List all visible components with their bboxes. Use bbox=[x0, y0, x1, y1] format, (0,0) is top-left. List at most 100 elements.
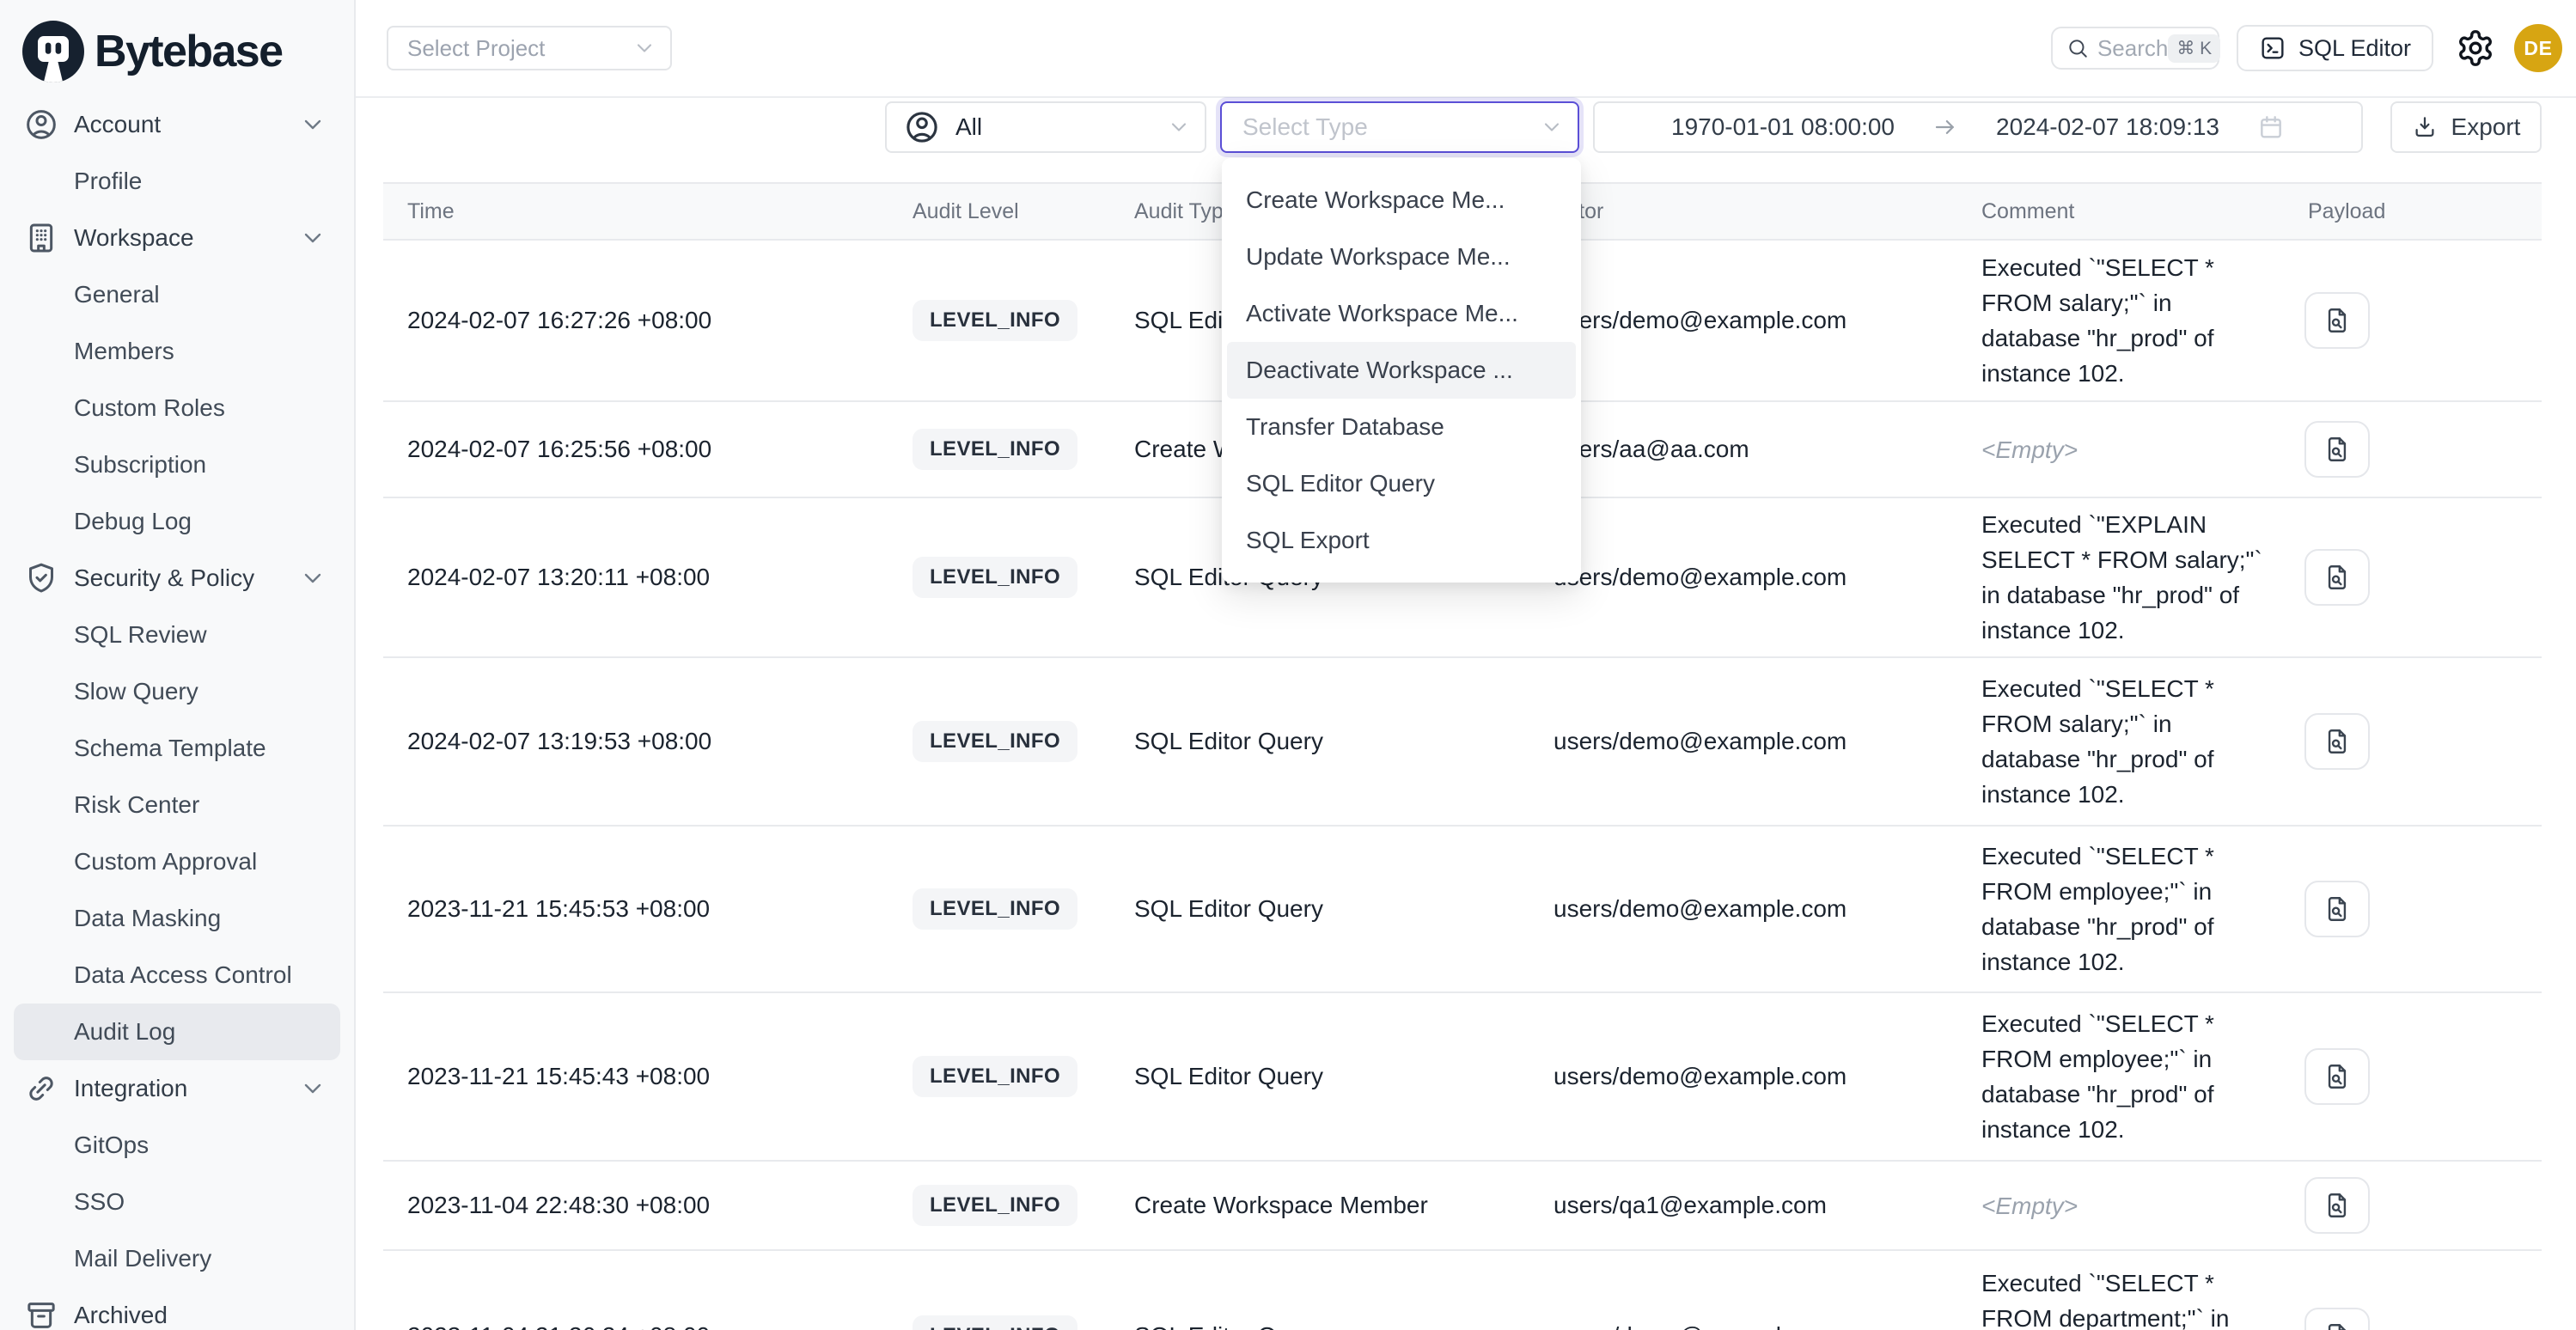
cell-time: 2023-11-21 15:45:43 +08:00 bbox=[383, 1063, 888, 1090]
sidebar-item-label: Archived bbox=[74, 1302, 168, 1329]
user-avatar[interactable]: DE bbox=[2514, 24, 2562, 72]
chevron-down-icon bbox=[299, 564, 327, 592]
sidebar-item-workspace[interactable]: Workspace bbox=[14, 210, 340, 266]
file-search-icon bbox=[2323, 1321, 2352, 1330]
cell-audit-level: LEVEL_INFO bbox=[888, 888, 1110, 930]
sidebar-item-audit-log[interactable]: Audit Log bbox=[14, 1004, 340, 1060]
sidebar-item-members[interactable]: Members bbox=[14, 323, 340, 380]
cell-time: 2024-02-07 16:27:26 +08:00 bbox=[383, 307, 888, 334]
payload-view-button[interactable] bbox=[2304, 421, 2370, 478]
date-range-picker[interactable]: 1970-01-01 08:00:00 2024-02-07 18:09:13 bbox=[1593, 101, 2363, 153]
sidebar-item-integration[interactable]: Integration bbox=[14, 1060, 340, 1117]
sidebar-item-label: Slow Query bbox=[74, 678, 198, 705]
bytebase-logo-icon bbox=[22, 21, 84, 82]
sidebar-item-data-masking[interactable]: Data Masking bbox=[14, 890, 340, 947]
cell-time: 2024-02-07 16:25:56 +08:00 bbox=[383, 436, 888, 463]
column-header-audit-level: Audit Level bbox=[888, 199, 1110, 224]
main-area: Select Project Search ⌘ K SQL Editor DE bbox=[356, 0, 2576, 1330]
actor-filter-value: All bbox=[955, 113, 1167, 141]
cell-comment: <Empty> bbox=[1957, 1188, 2284, 1223]
sidebar-item-subscription[interactable]: Subscription bbox=[14, 436, 340, 493]
type-filter-select[interactable]: Select Type bbox=[1220, 101, 1579, 153]
cell-audit-level: LEVEL_INFO bbox=[888, 1185, 1110, 1226]
cell-comment: <Empty> bbox=[1957, 432, 2284, 467]
sidebar-item-risk-center[interactable]: Risk Center bbox=[14, 777, 340, 833]
sidebar-item-label: SQL Review bbox=[74, 621, 207, 649]
sidebar-item-sso[interactable]: SSO bbox=[14, 1174, 340, 1230]
cell-actor: users/demo@example.com bbox=[1529, 1322, 1957, 1330]
sidebar-item-slow-query[interactable]: Slow Query bbox=[14, 663, 340, 720]
payload-view-button[interactable] bbox=[2304, 292, 2370, 349]
cell-payload bbox=[2284, 1048, 2542, 1105]
sidebar-item-label: Members bbox=[74, 338, 174, 365]
file-search-icon bbox=[2323, 563, 2352, 592]
sidebar-item-general[interactable]: General bbox=[14, 266, 340, 323]
cell-payload bbox=[2284, 292, 2542, 349]
sidebar-item-custom-approval[interactable]: Custom Approval bbox=[14, 833, 340, 890]
menu-item-update-workspace-me[interactable]: Update Workspace Me... bbox=[1222, 229, 1581, 285]
sidebar-item-label: Data Masking bbox=[74, 905, 221, 932]
settings-gear-icon[interactable] bbox=[2456, 28, 2495, 68]
sql-editor-button[interactable]: SQL Editor bbox=[2237, 25, 2433, 71]
file-search-icon bbox=[2323, 894, 2352, 924]
menu-item-create-workspace-me[interactable]: Create Workspace Me... bbox=[1222, 172, 1581, 229]
payload-view-button[interactable] bbox=[2304, 1177, 2370, 1234]
cell-payload bbox=[2284, 549, 2542, 606]
cell-audit-level: LEVEL_INFO bbox=[888, 1056, 1110, 1097]
sidebar-item-security-policy[interactable]: Security & Policy bbox=[14, 550, 340, 607]
sidebar-item-label: Debug Log bbox=[74, 508, 192, 535]
cell-audit-type: SQL Editor Query bbox=[1110, 728, 1529, 755]
payload-view-button[interactable] bbox=[2304, 1048, 2370, 1105]
sidebar-item-gitops[interactable]: GitOps bbox=[14, 1117, 340, 1174]
export-button[interactable]: Export bbox=[2390, 101, 2542, 153]
terminal-icon bbox=[2259, 34, 2286, 62]
menu-item-activate-workspace-me[interactable]: Activate Workspace Me... bbox=[1222, 285, 1581, 342]
file-search-icon bbox=[2323, 306, 2352, 335]
menu-item-deactivate-workspace[interactable]: Deactivate Workspace ... bbox=[1227, 342, 1576, 399]
menu-item-sql-export[interactable]: SQL Export bbox=[1222, 512, 1581, 569]
sidebar-item-schema-template[interactable]: Schema Template bbox=[14, 720, 340, 777]
payload-view-button[interactable] bbox=[2304, 1308, 2370, 1330]
menu-item-transfer-database[interactable]: Transfer Database bbox=[1222, 399, 1581, 455]
type-filter-menu: Create Workspace Me...Update Workspace M… bbox=[1222, 158, 1581, 583]
sidebar-item-custom-roles[interactable]: Custom Roles bbox=[14, 380, 340, 436]
brand-name: Bytebase bbox=[95, 26, 282, 77]
cell-audit-type: SQL Editor Query bbox=[1110, 1322, 1529, 1330]
sidebar-item-label: SSO bbox=[74, 1188, 125, 1216]
sidebar-item-data-access-control[interactable]: Data Access Control bbox=[14, 947, 340, 1004]
project-select[interactable]: Select Project bbox=[387, 26, 672, 70]
sidebar-item-account[interactable]: Account bbox=[14, 96, 340, 153]
audit-level-badge: LEVEL_INFO bbox=[913, 721, 1077, 762]
search-input[interactable]: Search ⌘ K bbox=[2051, 27, 2219, 70]
chevron-down-icon bbox=[299, 1075, 327, 1102]
cell-comment: Executed `"SELECT * FROM salary;"` in da… bbox=[1957, 250, 2284, 391]
link-icon bbox=[24, 1071, 58, 1106]
empty-placeholder: <Empty> bbox=[1981, 1193, 2078, 1219]
sidebar-item-sql-review[interactable]: SQL Review bbox=[14, 607, 340, 663]
cell-actor: users/aa@aa.com bbox=[1529, 436, 1957, 463]
cell-payload bbox=[2284, 881, 2542, 937]
table-row: 2023-11-04 21:26:24 +08:00LEVEL_INFOSQL … bbox=[383, 1251, 2542, 1330]
column-header-comment: Comment bbox=[1957, 199, 2284, 224]
cell-payload bbox=[2284, 1308, 2542, 1330]
sidebar-item-debug-log[interactable]: Debug Log bbox=[14, 493, 340, 550]
search-icon bbox=[2066, 37, 2089, 59]
payload-view-button[interactable] bbox=[2304, 713, 2370, 770]
actor-filter-select[interactable]: All bbox=[885, 101, 1206, 153]
sidebar-item-archived[interactable]: Archived bbox=[14, 1287, 340, 1330]
payload-view-button[interactable] bbox=[2304, 881, 2370, 937]
bytebase-app: Bytebase AccountProfile Workspace General M… bbox=[0, 0, 2576, 1330]
audit-level-badge: LEVEL_INFO bbox=[913, 557, 1077, 598]
menu-item-sql-editor-query[interactable]: SQL Editor Query bbox=[1222, 455, 1581, 512]
sidebar-item-mail-delivery[interactable]: Mail Delivery bbox=[14, 1230, 340, 1287]
sidebar-item-profile[interactable]: Profile bbox=[14, 153, 340, 210]
payload-view-button[interactable] bbox=[2304, 549, 2370, 606]
type-filter-placeholder: Select Type bbox=[1242, 113, 1540, 141]
download-icon bbox=[2412, 114, 2438, 140]
cell-actor: users/demo@example.com bbox=[1529, 307, 1957, 334]
cell-time: 2023-11-21 15:45:53 +08:00 bbox=[383, 895, 888, 923]
sidebar-item-label: Workspace bbox=[74, 224, 194, 252]
filter-bar: All Select Type 1970-01-01 08:00:00 2024… bbox=[885, 101, 2542, 153]
sidebar-item-label: Custom Roles bbox=[74, 394, 225, 422]
bytebase-logo[interactable]: Bytebase bbox=[0, 0, 354, 89]
